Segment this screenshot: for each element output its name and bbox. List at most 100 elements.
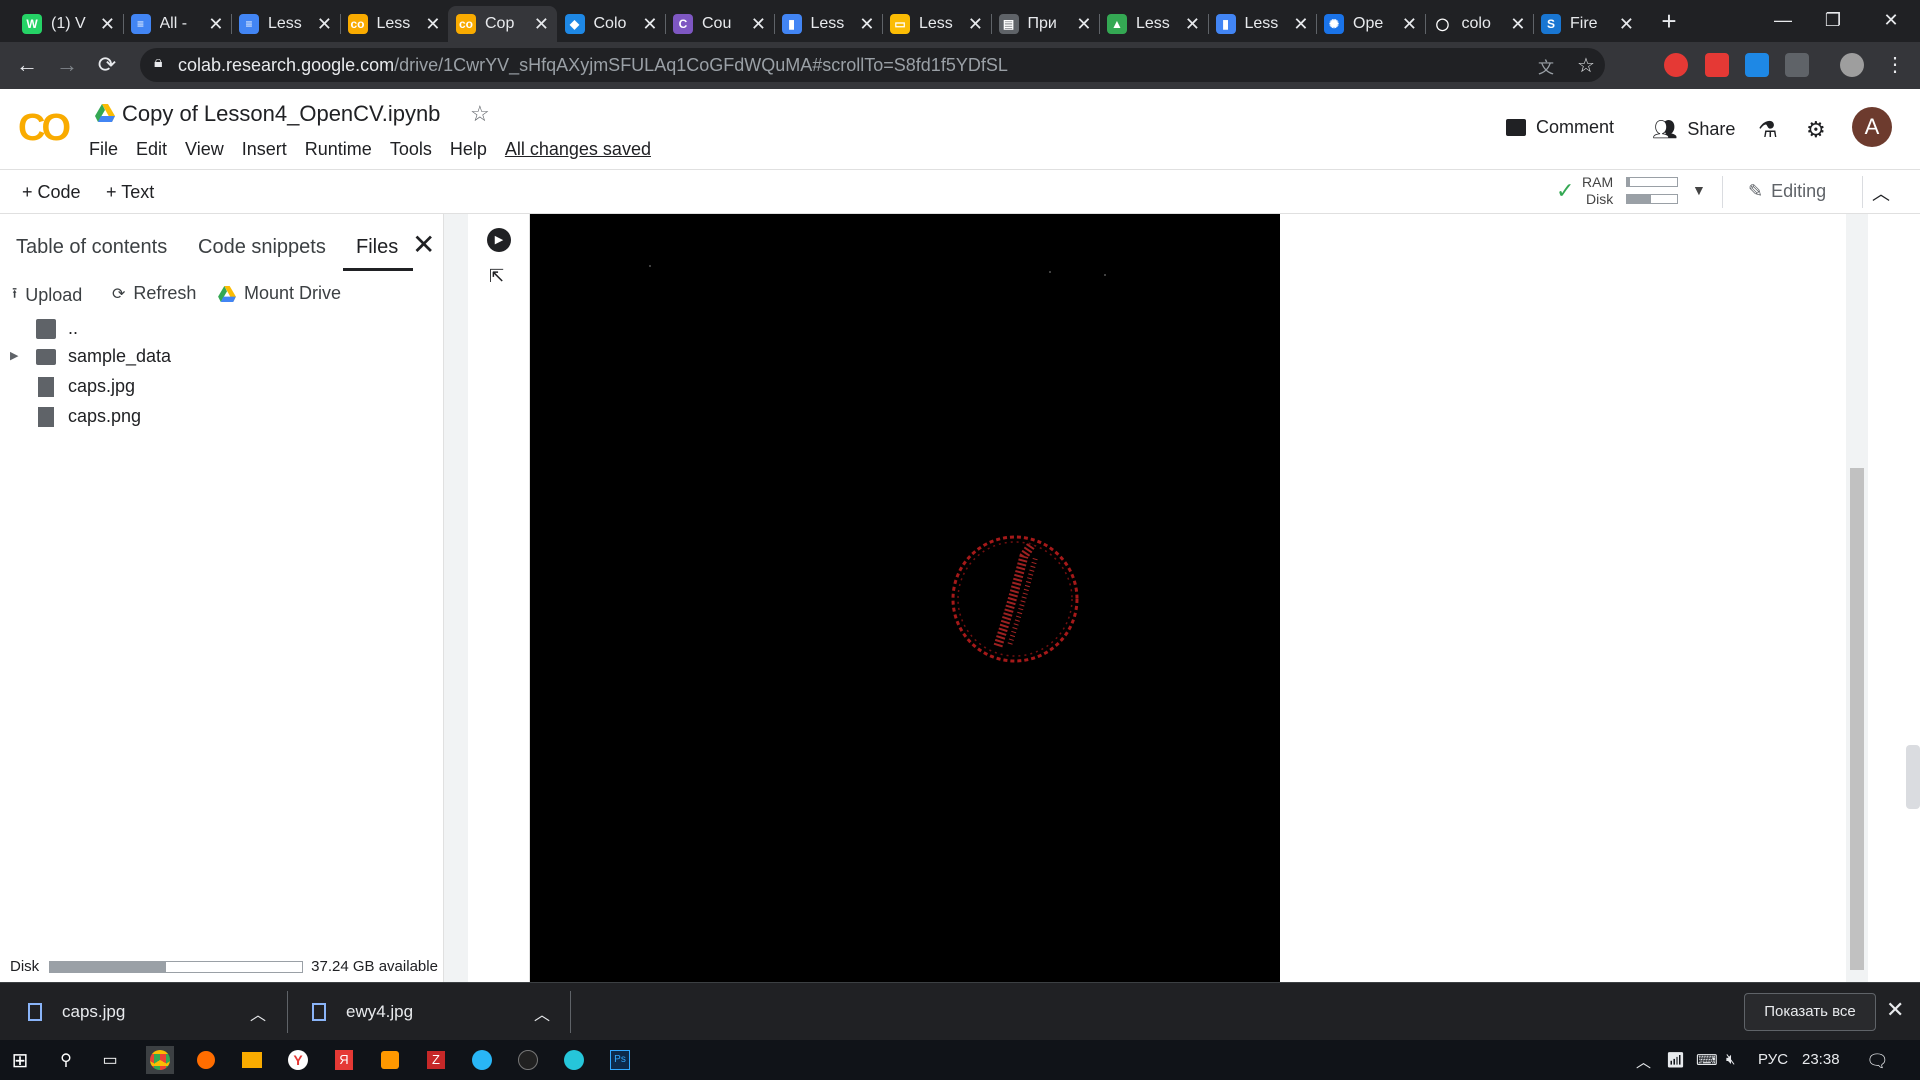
browser-tab[interactable]: ▲ Less ✕ xyxy=(1099,6,1208,42)
tab-files[interactable]: Files xyxy=(356,236,398,259)
close-window-button[interactable]: ✕ xyxy=(1868,0,1914,40)
browser-tab[interactable]: ▮ Less ✕ xyxy=(1208,6,1317,42)
save-status-link[interactable]: All changes saved xyxy=(505,139,651,160)
menu-item-view[interactable]: View xyxy=(185,139,224,160)
panel-resize-handle[interactable] xyxy=(444,214,468,982)
drive-icon[interactable] xyxy=(95,104,115,122)
tab-close-icon[interactable]: ✕ xyxy=(208,15,223,33)
download-item[interactable]: ewy4.jpg xyxy=(312,983,413,1041)
wifi-icon[interactable]: 📶︎ xyxy=(1666,1051,1685,1069)
resources-indicator[interactable]: RAM Disk xyxy=(1582,174,1682,208)
tab-table-of-contents[interactable]: Table of contents xyxy=(16,236,167,259)
reload-button[interactable]: ⟳ xyxy=(92,50,122,80)
tab-close-icon[interactable]: ✕ xyxy=(1619,15,1634,33)
tab-close-icon[interactable]: ✕ xyxy=(1510,15,1525,33)
yandex-browser-icon[interactable]: Y xyxy=(284,1046,312,1074)
browser-tab[interactable]: co Cop ✕ xyxy=(448,6,557,42)
back-button[interactable]: ← xyxy=(12,50,42,80)
app-teal-icon[interactable] xyxy=(560,1046,588,1074)
file-row[interactable]: caps.jpg xyxy=(36,376,135,397)
file-row[interactable]: caps.png xyxy=(36,406,141,427)
volume-muted-icon[interactable]: 🔇︎ xyxy=(1726,1051,1735,1068)
notifications-icon[interactable]: 🗨︎ xyxy=(1866,1051,1889,1072)
menu-item-edit[interactable]: Edit xyxy=(136,139,167,160)
tab-close-icon[interactable]: ✕ xyxy=(751,15,766,33)
browser-tab[interactable]: C Cou ✕ xyxy=(665,6,774,42)
browser-tab[interactable]: ▭ Less ✕ xyxy=(882,6,991,42)
address-bar[interactable]: 🔒︎ colab.research.google.com/drive/1CwrY… xyxy=(140,48,1605,82)
resources-dropdown-icon[interactable]: ▼ xyxy=(1692,182,1706,198)
flask-icon[interactable]: ⚗ xyxy=(1758,117,1778,143)
user-avatar[interactable]: A xyxy=(1852,107,1892,147)
task-view-icon[interactable]: ▭ xyxy=(96,1046,124,1074)
page-scrollbar-thumb[interactable] xyxy=(1906,745,1920,809)
new-tab-button[interactable]: + xyxy=(1655,7,1683,35)
tab-close-icon[interactable]: ✕ xyxy=(317,15,332,33)
tab-close-icon[interactable]: ✕ xyxy=(642,15,657,33)
menu-item-file[interactable]: File xyxy=(89,139,118,160)
refresh-button[interactable]: ⟳ Refresh xyxy=(112,283,196,304)
forward-button[interactable]: → xyxy=(52,50,82,80)
tab-close-icon[interactable]: ✕ xyxy=(534,15,549,33)
extension-calendar-icon[interactable] xyxy=(1705,53,1729,77)
translate-icon[interactable]: 文 xyxy=(1538,54,1554,78)
file-explorer-icon[interactable] xyxy=(238,1046,266,1074)
chrome-taskbar-icon[interactable] xyxy=(146,1046,174,1074)
run-cell-button[interactable]: ▶ xyxy=(487,228,511,252)
photoshop-icon[interactable]: Ps xyxy=(606,1046,634,1074)
tray-chevron-up-icon[interactable]: ︿ xyxy=(1636,1051,1651,1072)
input-indicator-icon[interactable]: ⌨︎ xyxy=(1696,1051,1718,1069)
show-all-downloads-button[interactable]: Показать все xyxy=(1744,993,1876,1031)
search-icon[interactable]: ⚲ xyxy=(52,1046,80,1074)
editing-mode-button[interactable]: ✎ Editing xyxy=(1748,181,1826,202)
browser-tab[interactable]: ◆ Colo ✕ xyxy=(557,6,666,42)
tab-close-icon[interactable]: ✕ xyxy=(1402,15,1417,33)
tab-close-icon[interactable]: ✕ xyxy=(1185,15,1200,33)
filezilla-icon[interactable]: Z xyxy=(422,1046,450,1074)
browser-tab[interactable]: ✺ Ope ✕ xyxy=(1316,6,1425,42)
browser-tab[interactable]: ≡ Less ✕ xyxy=(231,6,340,42)
extension-adblock-icon[interactable] xyxy=(1664,53,1688,77)
close-panel-icon[interactable]: ✕ xyxy=(412,228,435,261)
mount-drive-button[interactable]: Mount Drive xyxy=(218,283,341,304)
extension-drive-icon[interactable] xyxy=(1785,53,1809,77)
browser-tab[interactable]: ▤ При ✕ xyxy=(991,6,1100,42)
extension-s-icon[interactable] xyxy=(1745,53,1769,77)
add-text-button[interactable]: + Text xyxy=(106,182,154,203)
tab-code-snippets[interactable]: Code snippets xyxy=(198,236,326,259)
chevron-up-icon[interactable]: ︿ xyxy=(534,1001,550,1025)
torrent-icon[interactable] xyxy=(514,1046,542,1074)
browser-tab[interactable]: ≡ All - ✕ xyxy=(123,6,232,42)
menu-item-insert[interactable]: Insert xyxy=(242,139,287,160)
menu-item-help[interactable]: Help xyxy=(450,139,487,160)
tab-close-icon[interactable]: ✕ xyxy=(1293,15,1308,33)
share-button[interactable]: 👥︎ Share xyxy=(1652,117,1735,142)
language-indicator[interactable]: РУС xyxy=(1758,1051,1788,1068)
chevron-up-icon[interactable]: ︿ xyxy=(250,1001,266,1025)
tab-close-icon[interactable]: ✕ xyxy=(859,15,874,33)
sublime-icon[interactable] xyxy=(376,1046,404,1074)
app-orange-icon[interactable] xyxy=(192,1046,220,1074)
menu-item-tools[interactable]: Tools xyxy=(390,139,432,160)
bookmark-star-icon[interactable]: ☆ xyxy=(1577,53,1595,78)
tab-close-icon[interactable]: ✕ xyxy=(425,15,440,33)
close-downloads-icon[interactable]: ✕ xyxy=(1886,997,1904,1023)
file-row-folder[interactable]: sample_data xyxy=(36,346,171,367)
browser-tab[interactable]: W (1) V ✕ xyxy=(14,6,123,42)
collapse-header-chevron-icon[interactable]: ︿ xyxy=(1872,180,1890,206)
notebook-title[interactable]: Copy of Lesson4_OpenCV.ipynb xyxy=(122,101,440,127)
telegram-icon[interactable] xyxy=(468,1046,496,1074)
notebook-scrollbar-thumb[interactable] xyxy=(1850,468,1864,970)
yandex-icon[interactable]: Я xyxy=(330,1046,358,1074)
tab-close-icon[interactable]: ✕ xyxy=(968,15,983,33)
browser-tab[interactable]: co Less ✕ xyxy=(340,6,449,42)
minimize-button[interactable]: — xyxy=(1760,0,1806,40)
windows-start-icon[interactable]: ⊞ xyxy=(6,1046,34,1074)
browser-tab[interactable]: S Fire ✕ xyxy=(1533,6,1642,42)
colab-logo[interactable]: CO xyxy=(18,107,71,150)
restore-button[interactable]: ❐ xyxy=(1810,0,1856,40)
tab-close-icon[interactable]: ✕ xyxy=(100,15,115,33)
star-icon[interactable]: ☆ xyxy=(470,101,490,127)
browser-menu-icon[interactable]: ⋮ xyxy=(1880,50,1910,80)
output-actions-icon[interactable]: ⇱ xyxy=(489,266,504,287)
